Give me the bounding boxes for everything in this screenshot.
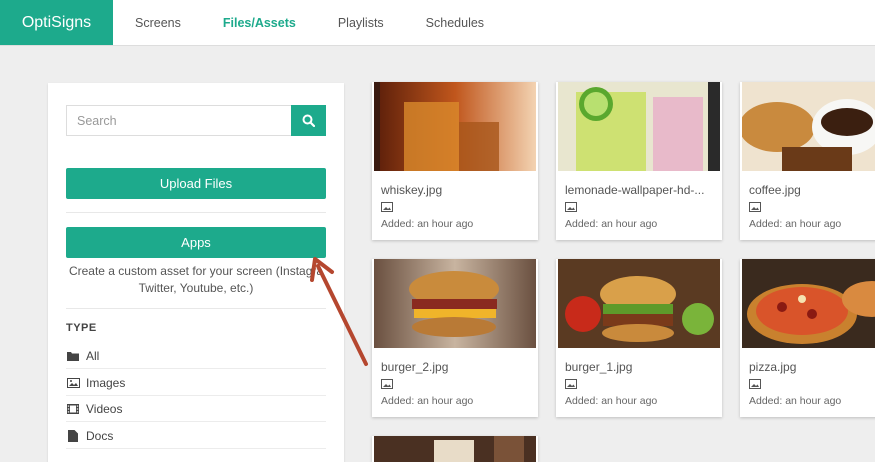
asset-thumbnail[interactable] xyxy=(558,82,720,171)
search-input[interactable] xyxy=(66,105,291,136)
image-icon xyxy=(749,379,761,389)
asset-added-time: Added: an hour ago xyxy=(749,395,842,407)
type-filter-label: Videos xyxy=(86,401,123,416)
asset-thumbnail[interactable] xyxy=(742,82,875,171)
search-icon xyxy=(302,114,315,127)
asset-added-time: Added: an hour ago xyxy=(381,218,474,230)
type-heading: TYPE xyxy=(66,322,97,334)
asset-thumbnail[interactable] xyxy=(374,82,536,171)
image-icon xyxy=(381,202,393,212)
nav-screens[interactable]: Screens xyxy=(135,16,181,30)
asset-card-burger-2[interactable]: burger_2.jpg Added: an hour ago xyxy=(372,259,538,417)
upload-files-button[interactable]: Upload Files xyxy=(66,168,326,199)
asset-filename: coffee.jpg xyxy=(749,183,801,197)
asset-filename: burger_2.jpg xyxy=(381,360,449,374)
asset-card-partial[interactable] xyxy=(372,436,538,462)
nav-playlists[interactable]: Playlists xyxy=(338,16,384,30)
nav-schedules[interactable]: Schedules xyxy=(426,16,484,30)
asset-card-coffee[interactable]: coffee.jpg Added: an hour ago xyxy=(740,82,875,240)
image-icon xyxy=(565,379,577,389)
image-icon xyxy=(66,377,80,389)
asset-card-whiskey[interactable]: whiskey.jpg Added: an hour ago xyxy=(372,82,538,240)
image-icon xyxy=(565,202,577,212)
asset-card-lemonade[interactable]: lemonade-wallpaper-hd-... Added: an hour… xyxy=(556,82,722,240)
type-filter-videos[interactable]: Videos xyxy=(66,396,326,422)
brand-logo[interactable]: OptiSigns xyxy=(0,0,113,45)
asset-filename: whiskey.jpg xyxy=(381,183,443,197)
divider xyxy=(66,212,326,213)
asset-added-time: Added: an hour ago xyxy=(565,218,658,230)
nav-files-assets[interactable]: Files/Assets xyxy=(223,16,296,30)
search-bar xyxy=(66,105,326,136)
search-button[interactable] xyxy=(291,105,326,136)
type-filter-all[interactable]: All xyxy=(66,343,326,369)
asset-filename: burger_1.jpg xyxy=(565,360,633,374)
asset-filename: lemonade-wallpaper-hd-... xyxy=(565,183,705,197)
main-nav: Screens Files/Assets Playlists Schedules xyxy=(113,0,504,45)
asset-card-burger-1[interactable]: burger_1.jpg Added: an hour ago xyxy=(556,259,722,417)
asset-thumbnail[interactable] xyxy=(374,259,536,348)
film-icon xyxy=(66,403,80,415)
doc-icon xyxy=(66,429,80,442)
asset-added-time: Added: an hour ago xyxy=(749,218,842,230)
folder-icon xyxy=(66,350,80,362)
sidebar-panel: Upload Files Apps Create a custom asset … xyxy=(48,83,344,462)
asset-added-time: Added: an hour ago xyxy=(381,395,474,407)
divider xyxy=(66,308,326,309)
type-filter-docs[interactable]: Docs xyxy=(66,423,326,449)
asset-thumbnail[interactable] xyxy=(558,259,720,348)
type-filter-label: Images xyxy=(86,375,126,390)
apps-description: Create a custom asset for your screen (I… xyxy=(68,264,324,295)
apps-button[interactable]: Apps xyxy=(66,227,326,258)
type-filter-label: All xyxy=(86,348,100,363)
asset-card-pizza[interactable]: pizza.jpg Added: an hour ago xyxy=(740,259,875,417)
asset-thumbnail[interactable] xyxy=(374,436,536,462)
asset-thumbnail[interactable] xyxy=(742,259,875,348)
top-navbar: OptiSigns Screens Files/Assets Playlists… xyxy=(0,0,875,46)
asset-filename: pizza.jpg xyxy=(749,360,797,374)
type-filter-images[interactable]: Images xyxy=(66,370,326,396)
asset-added-time: Added: an hour ago xyxy=(565,395,658,407)
image-icon xyxy=(749,202,761,212)
image-icon xyxy=(381,379,393,389)
type-filter-label: Docs xyxy=(86,428,114,443)
